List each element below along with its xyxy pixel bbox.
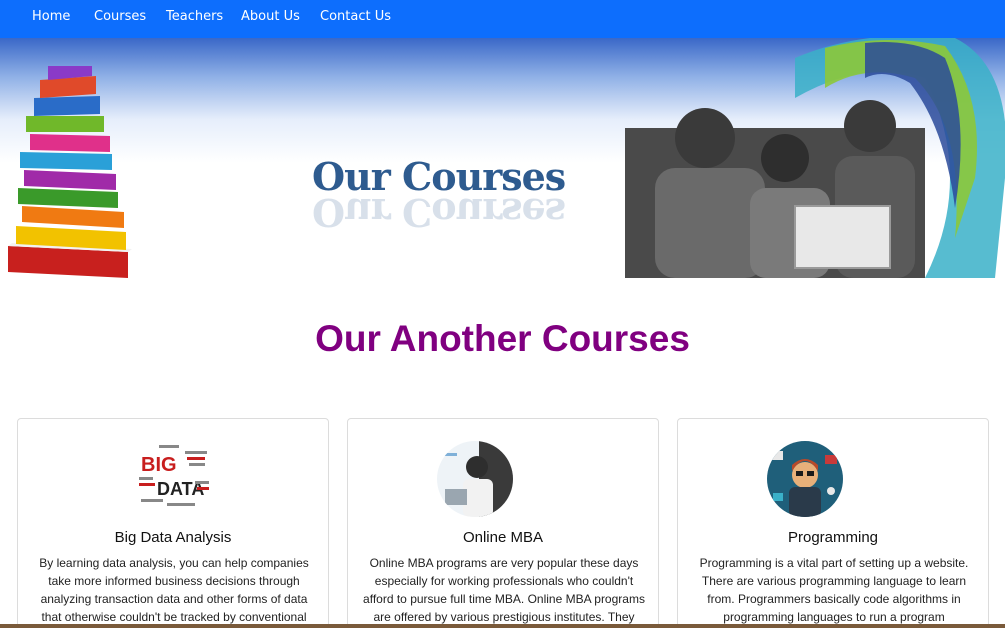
big-data-word-cloud-icon: BIG DATA [139,445,209,506]
page-bottom-strip [0,624,1005,628]
online-mba-image [437,441,513,517]
programmer-illustration-icon [767,441,843,517]
students-laptop-photo [625,38,1005,278]
nav-link-about-us[interactable]: About Us [241,9,300,24]
card-text: Programming is a vital part of setting u… [699,556,969,624]
course-card-online-mba: Online MBA Online MBA programs are very … [347,418,659,628]
card-text: Online MBA programs are very popular the… [363,556,645,624]
section-heading: Our Another Courses [315,318,690,359]
card-title: Big Data Analysis [114,529,232,546]
programming-image [767,441,843,517]
nav-link-teachers[interactable]: Teachers [166,9,223,24]
big-data-image: BIG DATA [137,441,213,517]
card-title: Online MBA [462,529,544,546]
course-card-big-data: BIG DATA Big Data Analysis By learning d… [17,418,329,628]
book-stack-illustration [8,66,132,278]
student-laptop-icon [437,441,513,517]
nav-link-courses[interactable]: Courses [94,9,146,24]
card-title: Programming [787,529,879,546]
hero-banner: Our Courses Our Courses [0,38,1005,278]
nav-link-contact-us[interactable]: Contact Us [320,9,391,24]
card-text: By learning data analysis, you can help … [39,556,309,624]
course-card-programming: Programming Programming is a vital part … [677,418,989,628]
hero-title-reflection: Our Courses [312,190,566,235]
nav-link-home[interactable]: Home [32,9,70,24]
navbar: Home Courses Teachers About Us Contact U… [0,0,1005,38]
big-word: BIG [141,454,177,476]
